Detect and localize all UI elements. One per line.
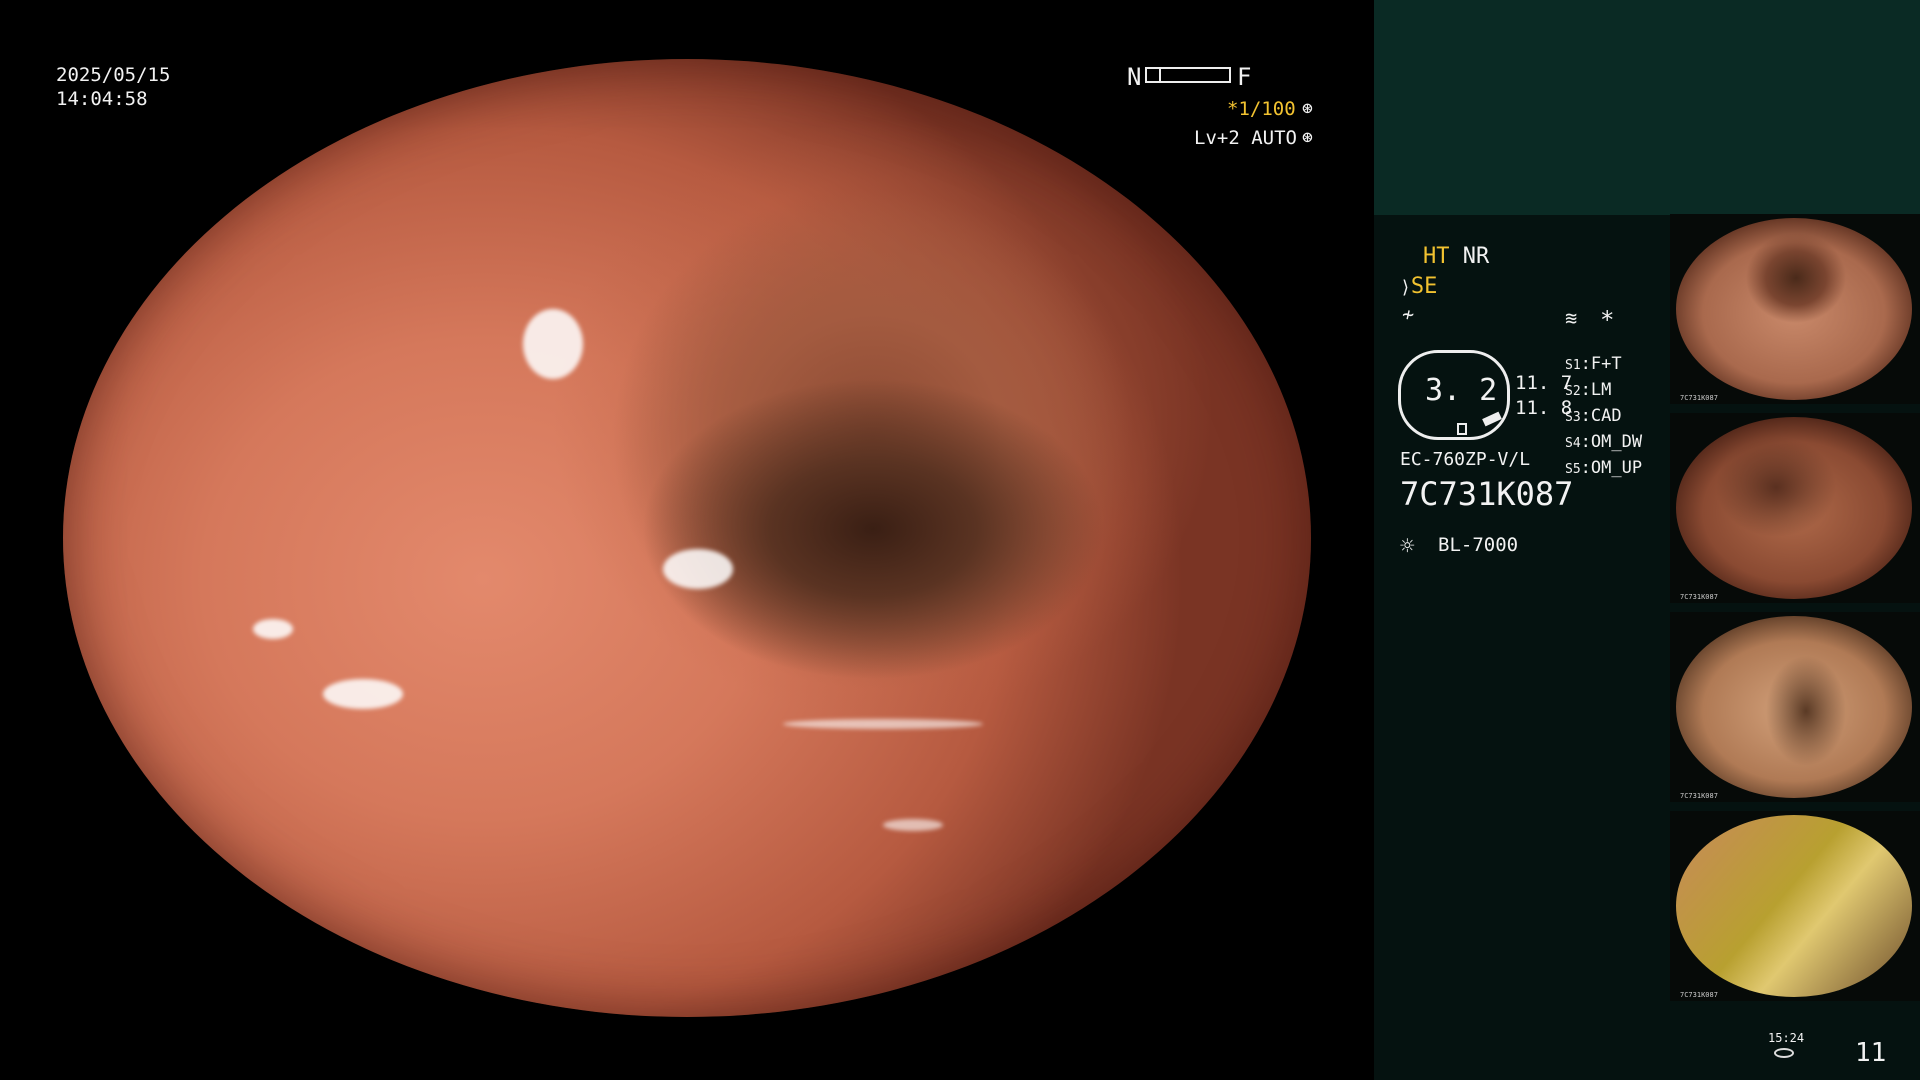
zoom-marker [1482, 411, 1502, 427]
image-count: 11 [1855, 1038, 1887, 1068]
thumbnail-stamp: 7C731K087 [1680, 593, 1718, 601]
specular-highlight [253, 619, 293, 639]
switch-key: S3 [1565, 410, 1581, 425]
thumbnail-3[interactable]: 7C731K087 [1670, 612, 1920, 802]
far-label: F [1237, 63, 1252, 91]
iris-text: AUTO [1251, 127, 1297, 149]
near-far-indicator: N [1127, 63, 1141, 91]
switch-item: S5:OM_UP [1565, 458, 1643, 478]
shutter-icon: ⊛ [1302, 98, 1313, 119]
endoscope-main-view [63, 59, 1311, 1017]
se-status: ⟩SE [1400, 274, 1437, 299]
switch-list: S1:F+T S2:LM S3:CAD S4:OM_DW S5:OM_UP [1565, 352, 1642, 482]
switch-key: S4 [1565, 436, 1581, 451]
time-text: 14:04:58 [56, 88, 148, 110]
thumbnail-1[interactable]: 7C731K087 [1670, 214, 1920, 404]
switch-item: S1:F+T [1565, 354, 1622, 374]
shutter-text: *1/100 [1227, 98, 1296, 120]
structure-icon: ⟩ [1400, 277, 1411, 298]
switch-item: S3:CAD [1565, 406, 1622, 426]
se-label: SE [1410, 274, 1438, 299]
thumbnail-stamp: 7C731K087 [1680, 991, 1718, 999]
specular-highlight [883, 819, 943, 831]
thumbnail-2[interactable]: 7C731K087 [1670, 413, 1920, 603]
specular-highlight [323, 679, 403, 709]
zoom-tick [1457, 423, 1467, 435]
switch-value: LM [1590, 380, 1612, 400]
specular-highlight [523, 309, 583, 379]
thumbnail-4[interactable]: 7C731K087 [1670, 811, 1920, 1001]
sidebar-top-band [1374, 0, 1920, 215]
iris-icon: ⊛ [1302, 127, 1313, 148]
focus-marker [1159, 67, 1161, 83]
specular-highlight [783, 719, 983, 729]
asterisk-indicator: * [1600, 306, 1615, 334]
near-label: N [1127, 63, 1142, 91]
scope-model: EC-760ZP-V/L [1400, 449, 1531, 470]
light-source: BL-7000 [1438, 534, 1519, 556]
switch-value: OM_UP [1590, 458, 1643, 478]
thumbnail-image [1676, 417, 1912, 599]
thumbnail-stamp: 7C731K087 [1680, 792, 1718, 800]
switch-value: CAD [1590, 406, 1622, 426]
edge-icon: ≁ [1402, 302, 1415, 326]
level-iris: Lv+2 AUTO [1194, 127, 1297, 149]
level-text: Lv+2 [1194, 127, 1240, 149]
thumbnail-stamp: 7C731K087 [1680, 394, 1718, 402]
scope-serial: 7C731K087 [1400, 475, 1574, 513]
ht-nr-status: HT NR [1423, 244, 1489, 269]
switch-item: S2:LM [1565, 380, 1612, 400]
switch-key: S2 [1565, 384, 1581, 399]
date-text: 2025/05/15 [56, 64, 171, 86]
thumbnail-image [1676, 616, 1912, 798]
zoom-gauge: 3. 2 [1398, 350, 1510, 440]
thumbnail-image [1676, 218, 1912, 400]
focus-bar [1145, 67, 1231, 83]
switch-value: F+T [1590, 354, 1622, 374]
mode-icon: ≋ [1565, 306, 1578, 330]
small-time: 15:24 [1768, 1031, 1805, 1045]
shutter-speed: *1/100 [1227, 98, 1296, 120]
zoom-value: 3. 2 [1425, 373, 1498, 408]
ht-label: HT [1423, 244, 1450, 269]
value-1: 11. 7 [1515, 372, 1573, 394]
switch-item: S4:OM_DW [1565, 432, 1643, 452]
switch-key: S1 [1565, 358, 1581, 373]
specular-highlight [663, 549, 733, 589]
value-2: 11. 8 [1515, 397, 1573, 419]
datetime: 2025/05/15 14:04:58 [56, 63, 170, 111]
nr-label: NR [1462, 244, 1490, 269]
light-source-icon: ☼ [1400, 532, 1415, 560]
thumbnail-image [1676, 815, 1912, 997]
switch-value: OM_DW [1590, 432, 1643, 452]
storage-icon [1774, 1048, 1794, 1058]
